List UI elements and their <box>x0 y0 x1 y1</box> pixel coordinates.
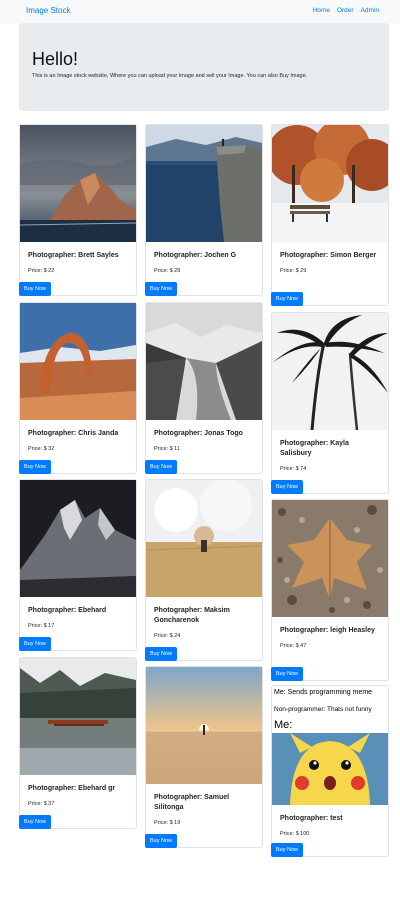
navbar: Image Stock Home Order Admin <box>0 0 400 24</box>
brand-link[interactable]: Image Stock <box>26 6 70 15</box>
image-card: Photographer: Chris Janda Price: $ 32 Bu… <box>19 302 137 474</box>
photographer-name: Photographer: Chris Janda <box>28 430 119 437</box>
price-label: Price: $ 24 <box>154 633 181 639</box>
buy-now-button[interactable]: Buy Now <box>145 282 178 296</box>
buy-now-button[interactable]: Buy Now <box>271 667 304 681</box>
meme-line-2: Non-programmer: Thats not funny <box>274 706 372 713</box>
price-label: Price: $ 29 <box>280 268 307 274</box>
lake-boat-photo <box>20 658 136 775</box>
meme-line-1: Me: Sends programming meme <box>274 689 373 696</box>
buy-now-button[interactable]: Buy Now <box>19 637 52 651</box>
image-card: Photographer: Kayla Salisbury Price: $ 7… <box>271 312 389 494</box>
buy-now-button[interactable]: Buy Now <box>145 834 178 848</box>
photographer-name: Photographer: Ebehard gr <box>28 785 116 792</box>
snowy-peaks-photo <box>20 480 136 597</box>
image-card: Photographer: Simon Berger Price: $ 29 B… <box>271 124 389 306</box>
photographer-name: Photographer: test <box>280 815 343 822</box>
delicate-arch-photo <box>20 303 136 420</box>
nav-admin-link[interactable]: Admin <box>361 7 379 14</box>
beach-sunset-photo <box>146 667 262 784</box>
price-label: Price: $ 19 <box>154 820 181 826</box>
buy-now-button[interactable]: Buy Now <box>145 647 178 661</box>
photographer-name: Photographer: Samuel Silitonga <box>154 794 230 811</box>
price-label: Price: $ 100 <box>280 831 310 837</box>
buy-now-button[interactable]: Buy Now <box>19 282 52 296</box>
price-label: Price: $ 11 <box>154 446 180 452</box>
photographer-name: Photographer: leigh Heasley <box>280 627 375 634</box>
canyon-sunset-photo <box>20 125 136 242</box>
buy-now-button[interactable]: Buy Now <box>145 460 178 474</box>
price-label: Price: $ 17 <box>28 623 55 629</box>
photographer-name: Photographer: Maksim Goncharenok <box>154 607 230 624</box>
price-label: Price: $ 47 <box>280 643 307 649</box>
image-card: Photographer: Jonas Togo Price: $ 11 Buy… <box>145 302 263 474</box>
image-card: Photographer: Ebehard Price: $ 17 Buy No… <box>19 479 137 651</box>
meme-line-3: Me: <box>274 719 293 731</box>
price-label: Price: $ 22 <box>28 268 55 274</box>
image-card: Photographer: Ebehard gr Price: $ 37 Buy… <box>19 657 137 829</box>
image-card: Photographer: leigh Heasley Price: $ 47 … <box>271 499 389 681</box>
photographer-name: Photographer: Jochen G <box>154 252 237 259</box>
price-label: Price: $ 32 <box>28 446 55 452</box>
price-label: Price: $ 74 <box>280 466 307 472</box>
wheat-field-photo <box>146 480 262 597</box>
fjord-valley-photo <box>146 303 262 420</box>
photographer-name: Photographer: Jonas Togo <box>154 430 243 437</box>
price-label: Price: $ 28 <box>154 268 181 274</box>
image-card: Photographer: Maksim Goncharenok Price: … <box>145 479 263 661</box>
dry-leaf-photo <box>272 500 388 617</box>
image-card: Me: Sends programming meme Non-programme… <box>271 685 389 857</box>
photographer-name: Photographer: Simon Berger <box>280 252 377 259</box>
buy-now-button[interactable]: Buy Now <box>19 460 52 474</box>
buy-now-button[interactable]: Buy Now <box>271 843 304 857</box>
price-label: Price: $ 37 <box>28 801 55 807</box>
palm-trees-photo <box>272 313 388 430</box>
nav-order-link[interactable]: Order <box>337 7 354 14</box>
jumbotron-title: Hello! <box>32 49 79 69</box>
nav-links: Home Order Admin <box>313 7 379 14</box>
surprised-pikachu-meme: Me: Sends programming meme Non-programme… <box>272 686 388 805</box>
image-card: Photographer: Brett Sayles Price: $ 22 B… <box>19 124 137 296</box>
image-card: Photographer: Jochen G Price: $ 28 Buy N… <box>145 124 263 296</box>
buy-now-button[interactable]: Buy Now <box>271 480 304 494</box>
image-card: Photographer: Samuel Silitonga Price: $ … <box>145 666 263 848</box>
jumbotron: Hello! This is an Image stock website, W… <box>19 23 389 111</box>
photographer-name: Photographer: Kayla Salisbury <box>280 440 349 457</box>
buy-now-button[interactable]: Buy Now <box>19 815 52 829</box>
winter-bench-photo <box>272 125 388 242</box>
jumbotron-lead: This is an Image stock website, Where yo… <box>32 73 308 79</box>
cliff-fjord-photo <box>146 125 262 242</box>
photographer-name: Photographer: Ebehard <box>28 607 107 614</box>
nav-home-link[interactable]: Home <box>313 7 330 14</box>
photographer-name: Photographer: Brett Sayles <box>28 252 119 259</box>
buy-now-button[interactable]: Buy Now <box>271 292 304 306</box>
